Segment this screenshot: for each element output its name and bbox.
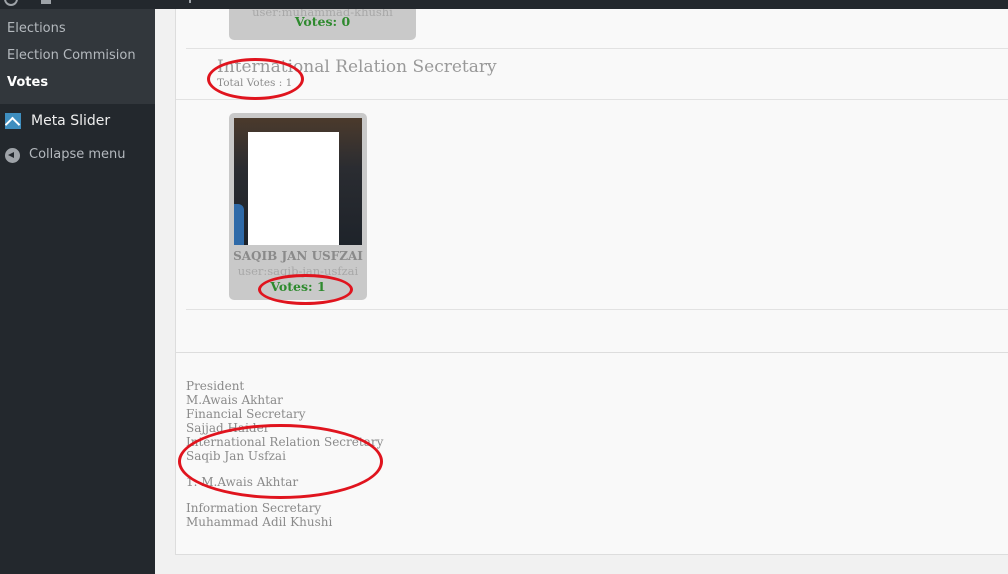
- site-icon[interactable]: [41, 0, 51, 4]
- divider: [176, 352, 1008, 353]
- collapse-menu-button[interactable]: Collapse menu: [0, 138, 155, 172]
- wordpress-logo-icon[interactable]: [4, 0, 18, 6]
- meta-slider-icon: [5, 113, 21, 129]
- menu-item-meta-slider[interactable]: Meta Slider: [0, 104, 155, 138]
- summary-position: President: [186, 379, 245, 393]
- summary-winner: Saqib Jan Usfzai: [186, 449, 286, 463]
- summary-position: Information Secretary: [186, 501, 322, 515]
- summary-winner: Sajjad Haider: [186, 421, 270, 435]
- position-title: International Relation Secretary: [217, 57, 497, 77]
- collapse-arrow-icon: [5, 148, 20, 163]
- results-summary: President M.Awais Akhtar Financial Secre…: [186, 379, 383, 529]
- candidate-card: SAQIB JAN USFZAI user:saqib-jan-usfzai V…: [229, 113, 367, 300]
- summary-winner: M.Awais Akhtar: [186, 393, 283, 407]
- admin-bar-item[interactable]: [189, 0, 191, 3]
- summary-winner: Muhammad Adil Khushi: [186, 515, 333, 529]
- divider: [186, 48, 1008, 49]
- collapse-menu-label: Collapse menu: [29, 147, 126, 162]
- submenu-item-votes[interactable]: Votes: [0, 73, 155, 100]
- candidate-card: user:muhammad-khushi Votes: 0: [229, 9, 416, 40]
- submenu-item-elections[interactable]: Elections: [0, 19, 155, 46]
- admin-bar: [0, 0, 1008, 9]
- elections-submenu: Elections Election Commision Votes: [0, 9, 155, 104]
- submenu-item-election-commision[interactable]: Election Commision: [0, 46, 155, 73]
- divider: [176, 99, 1008, 100]
- divider: [186, 309, 1008, 310]
- summary-ranked-item: 1. M.Awais Akhtar: [186, 475, 299, 489]
- summary-position: International Relation Secretary: [186, 435, 384, 449]
- menu-item-label: Meta Slider: [31, 113, 111, 129]
- candidate-username: user:saqib-jan-usfzai: [237, 264, 359, 278]
- votes-panel: user:muhammad-khushi Votes: 0 Internatio…: [175, 9, 1008, 555]
- candidate-photo: [234, 118, 362, 245]
- candidate-votes: Votes: 0: [294, 14, 351, 29]
- candidate-votes: Votes: 1: [270, 279, 326, 294]
- summary-position: Financial Secretary: [186, 407, 306, 421]
- total-votes: Total Votes : 1: [217, 77, 293, 89]
- admin-sidebar: Elections Election Commision Votes Meta …: [0, 9, 155, 574]
- candidate-name: SAQIB JAN USFZAI: [233, 249, 363, 263]
